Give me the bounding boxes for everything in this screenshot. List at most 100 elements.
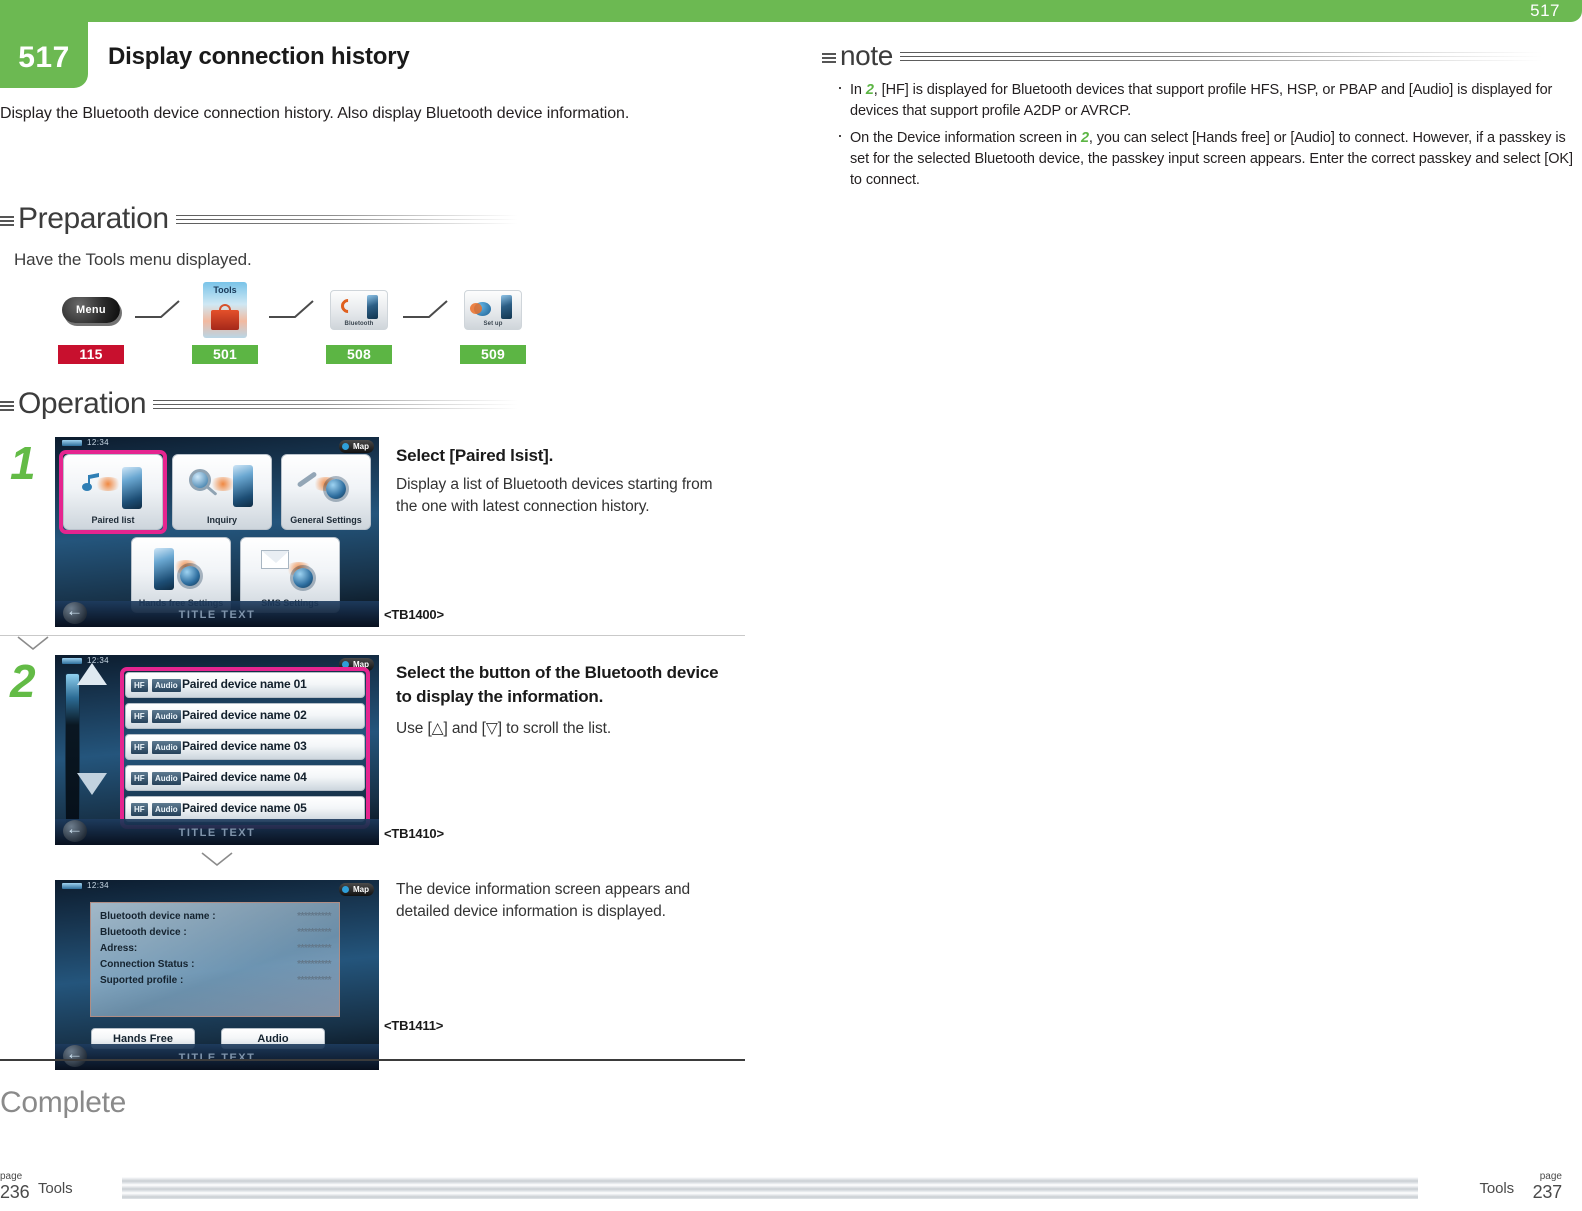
result-shot-id: <TB1411> — [384, 1018, 444, 1033]
result-body: The device information screen appears an… — [396, 881, 691, 920]
back-arrow-icon[interactable] — [61, 818, 93, 844]
step2-body: Use [△] and [▽] to scroll the list. — [396, 720, 612, 737]
info-value: ********** — [297, 943, 331, 954]
menu-icon-caption: Menu — [76, 304, 106, 316]
footer-left-page-label: page — [0, 1171, 23, 1182]
section-number: 517 — [18, 41, 70, 74]
hamburger-icon — [822, 51, 836, 65]
step1-shot-id: <TB1400> — [384, 607, 444, 622]
scroll-up-icon[interactable] — [77, 663, 107, 685]
flow-step-bluetooth[interactable]: Bluetooth 508 — [323, 282, 395, 364]
tile-general-settings[interactable]: General Settings — [281, 454, 371, 530]
info-label: Bluetooth device name : — [100, 911, 216, 922]
menu-button-icon: Menu — [62, 282, 120, 338]
note-text-pre: On the Device information screen in — [850, 130, 1081, 146]
flow-ref-badge[interactable]: 509 — [460, 345, 526, 364]
audio-chip: Audio — [152, 741, 181, 754]
clock-text: 12:34 — [87, 438, 110, 447]
device-list-item[interactable]: HF Audio Paired device name 01 — [125, 672, 365, 698]
battery-icon — [62, 883, 82, 889]
device-name: Paired device name 02 — [182, 708, 307, 722]
step2-screenshot: 12:34 Map HF Audio Paired device name 01… — [55, 655, 379, 845]
hamburger-icon — [0, 399, 14, 413]
flow-step-tools[interactable]: Tools 501 — [189, 282, 261, 364]
flow-arrow-icon — [127, 282, 189, 338]
note-list: In 2, [HF] is displayed for Bluetooth de… — [832, 77, 1574, 197]
tile-inquiry[interactable]: Inquiry — [172, 454, 272, 530]
device-info-panel: Bluetooth device name : ********** Bluet… — [90, 902, 340, 1017]
footer-right-chapter: Tools — [1479, 1180, 1514, 1197]
device-status-bar: 12:34 — [55, 880, 379, 893]
device-name: Paired device name 05 — [182, 801, 307, 815]
flow-step-setup[interactable]: Set up 509 — [457, 282, 529, 364]
hf-chip: HF — [131, 710, 148, 723]
flow-arrow-icon — [395, 282, 457, 338]
back-arrow-icon[interactable] — [61, 1043, 93, 1069]
device-name: Paired device name 03 — [182, 739, 307, 753]
step-number-1: 1 — [10, 437, 36, 489]
device-name: Paired device name 01 — [182, 677, 307, 691]
setup-icon: Set up — [464, 282, 522, 338]
heading-rule — [175, 211, 518, 231]
step-number-2: 2 — [10, 655, 36, 707]
info-value: ********** — [297, 959, 331, 970]
info-value: ********** — [297, 911, 331, 922]
device-title-text: TITLE TEXT — [178, 827, 256, 839]
device-title-text: TITLE TEXT — [178, 609, 256, 621]
note-heading: note — [822, 40, 1542, 72]
flow-ref-badge[interactable]: 508 — [326, 345, 392, 364]
operation-heading: Operation — [0, 388, 518, 420]
device-list-item[interactable]: HF Audio Paired device name 03 — [125, 734, 365, 760]
device-name: Paired device name 04 — [182, 770, 307, 784]
note-step-ref: 2 — [865, 82, 874, 98]
map-button[interactable]: Map — [339, 883, 374, 896]
info-label: Suported profile : — [100, 975, 184, 986]
hamburger-icon — [0, 214, 14, 228]
note-step-ref: 2 — [1080, 130, 1089, 146]
tile-label: Paired list — [91, 515, 135, 525]
chevron-down-icon — [200, 852, 234, 867]
step1-screenshot: 12:34 Map Paired list Inquiry General Se… — [55, 437, 379, 627]
chevron-down-icon — [16, 636, 50, 651]
battery-icon — [62, 440, 82, 446]
section-number-tab: 517 — [0, 0, 88, 88]
audio-chip: Audio — [152, 772, 181, 785]
flow-ref-badge[interactable]: 501 — [192, 345, 258, 364]
tile-label: Inquiry — [206, 515, 237, 525]
page-lead-text: Display the Bluetooth device connection … — [0, 105, 630, 122]
footer-rule — [122, 1177, 1418, 1199]
map-button[interactable]: Map — [339, 658, 374, 671]
step1-title: Select [Paired lsist]. — [396, 446, 554, 465]
preparation-heading-label: Preparation — [18, 202, 169, 235]
footer-right-page-number: 237 — [1532, 1182, 1563, 1202]
tile-paired-list[interactable]: Paired list — [63, 454, 163, 530]
footer-right-page-label: page — [1539, 1171, 1562, 1182]
back-arrow-icon[interactable] — [61, 600, 93, 626]
scroll-down-icon[interactable] — [77, 773, 107, 795]
top-page-number: 517 — [1530, 1, 1560, 20]
hf-chip: HF — [131, 803, 148, 816]
info-label: Adress: — [100, 943, 138, 954]
hf-chip: HF — [131, 772, 148, 785]
preparation-flow: Menu 115 Tools 501 Bluetooth 508 Set up … — [55, 282, 529, 364]
note-text-post: , [HF] is displayed for Bluetooth device… — [850, 82, 1553, 119]
step2-title: Select the button of the Bluetooth devic… — [396, 663, 719, 706]
clock-text: 12:34 — [87, 881, 110, 890]
tools-icon: Tools — [203, 282, 247, 338]
device-status-bar: 12:34 — [55, 437, 379, 450]
bluetooth-icon-caption: Bluetooth — [344, 321, 374, 327]
flow-arrow-icon — [261, 282, 323, 338]
operation-heading-label: Operation — [18, 387, 147, 420]
step1-body: Display a list of Bluetooth devices star… — [396, 476, 713, 515]
scrollbar[interactable] — [63, 673, 82, 825]
map-button[interactable]: Map — [339, 440, 374, 453]
tools-icon-caption: Tools — [213, 285, 237, 295]
device-list-item[interactable]: HF Audio Paired device name 04 — [125, 765, 365, 791]
flow-ref-badge[interactable]: 115 — [58, 345, 124, 364]
section-end-rule — [0, 1059, 745, 1061]
device-list-item[interactable]: HF Audio Paired device name 02 — [125, 703, 365, 729]
bluetooth-icon: Bluetooth — [330, 282, 388, 338]
flow-step-menu[interactable]: Menu 115 — [55, 282, 127, 364]
result-screenshot: 12:34 Map Bluetooth device name : ******… — [55, 880, 379, 1070]
audio-chip: Audio — [152, 679, 181, 692]
